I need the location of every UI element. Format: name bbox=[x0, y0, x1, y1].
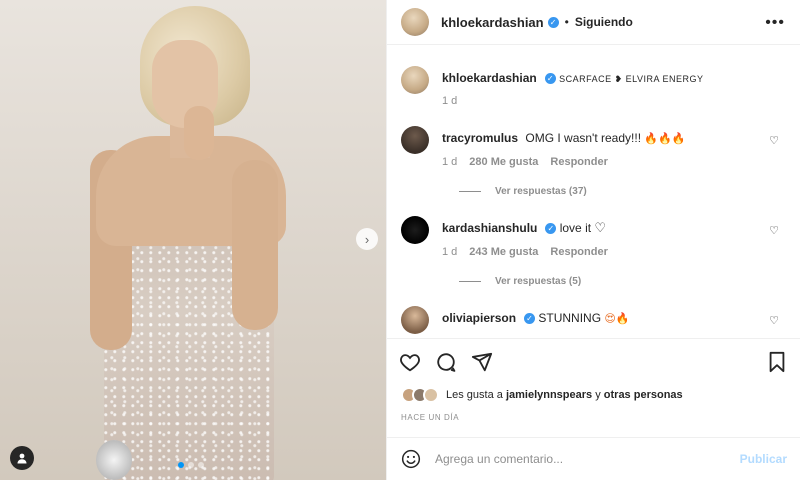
publish-button[interactable]: Publicar bbox=[740, 452, 787, 466]
bookmark-icon[interactable] bbox=[767, 351, 787, 378]
comment-input[interactable] bbox=[435, 452, 735, 466]
verified-badge-icon: ✓ bbox=[524, 313, 536, 325]
author-username[interactable]: khloekardashian bbox=[441, 15, 544, 30]
comment-item: kardashianshulu ✓ love it ♡ ♡ 1 d 243 Me … bbox=[401, 216, 787, 296]
verified-badge-icon: ✓ bbox=[545, 223, 557, 235]
caption: khloekardashian ✓ Scarface ❥ Elvira Energ… bbox=[401, 66, 787, 116]
comment-text: love it bbox=[559, 221, 595, 235]
smile-icon[interactable] bbox=[401, 449, 421, 469]
other-likers-link[interactable]: otras personas bbox=[604, 389, 683, 401]
comment-text: OMG I wasn't ready!!! bbox=[525, 131, 645, 145]
replies-divider-line bbox=[459, 281, 481, 282]
reply-button[interactable]: Responder bbox=[550, 156, 607, 168]
reply-button[interactable]: Responder bbox=[550, 246, 607, 258]
following-button[interactable]: Siguiendo bbox=[575, 15, 633, 29]
caption-time[interactable]: 1 d bbox=[442, 95, 457, 107]
comment-item: oliviapierson ✓ STUNNING 😍🔥 ♡ bbox=[401, 306, 787, 338]
heart-icon[interactable] bbox=[399, 351, 421, 378]
comment-avatar[interactable] bbox=[401, 216, 429, 244]
replies-divider-line bbox=[459, 191, 481, 192]
likes-text: Les gusta a jamielynnspears y otras pers… bbox=[446, 389, 683, 401]
share-icon[interactable] bbox=[471, 351, 493, 378]
view-replies-button[interactable]: Ver respuestas (5) bbox=[459, 276, 581, 287]
post-actions: Les gusta a jamielynnspears y otras pers… bbox=[387, 338, 800, 438]
post-timestamp[interactable]: HACE UN DÍA bbox=[401, 413, 459, 422]
like-comment-heart-icon[interactable]: ♡ bbox=[769, 224, 779, 237]
author-avatar[interactable] bbox=[401, 8, 429, 36]
comment-text: STUNNING bbox=[538, 311, 605, 325]
comment-username[interactable]: oliviapierson bbox=[442, 311, 516, 325]
separator-dot: • bbox=[564, 15, 569, 29]
comment-time[interactable]: 1 d bbox=[442, 156, 457, 168]
view-replies-label: Ver respuestas (5) bbox=[495, 276, 582, 287]
likes-summary[interactable]: Les gusta a jamielynnspears y otras pers… bbox=[401, 387, 683, 403]
liker-avatar bbox=[423, 387, 439, 403]
view-replies-label: Ver respuestas (37) bbox=[495, 186, 587, 197]
verified-badge-icon: ✓ bbox=[544, 73, 556, 85]
comment-likes[interactable]: 243 Me gusta bbox=[469, 246, 538, 258]
caption-username[interactable]: khloekardashian bbox=[442, 71, 537, 85]
more-icon[interactable]: ••• bbox=[765, 14, 785, 32]
tag-user-icon bbox=[17, 453, 27, 464]
carousel-indicator bbox=[178, 462, 204, 468]
tagged-users-button[interactable] bbox=[10, 446, 34, 470]
post-details-panel: khloekardashian ✓ • Siguiendo ••• khloek… bbox=[386, 0, 800, 480]
comment-icon[interactable] bbox=[435, 351, 457, 378]
comment-time[interactable]: 1 d bbox=[442, 246, 457, 258]
carousel-dot bbox=[198, 462, 204, 468]
comment-username[interactable]: kardashianshulu bbox=[442, 221, 537, 235]
view-replies-button[interactable]: Ver respuestas (37) bbox=[459, 186, 587, 197]
comment-avatar[interactable] bbox=[401, 306, 429, 334]
post-photo[interactable]: › bbox=[0, 0, 386, 480]
carousel-dot bbox=[188, 462, 194, 468]
liker-username[interactable]: jamielynnspears bbox=[506, 389, 592, 401]
photo-hand bbox=[184, 106, 214, 160]
comment-username[interactable]: tracyromulus bbox=[442, 131, 518, 145]
comment-avatar[interactable] bbox=[401, 126, 429, 154]
caption-text: Scarface ❥ Elvira Energy bbox=[559, 74, 704, 84]
photo-arm-right bbox=[232, 160, 278, 330]
next-photo-button[interactable]: › bbox=[356, 228, 378, 250]
caption-avatar[interactable] bbox=[401, 66, 429, 94]
post-header: khloekardashian ✓ • Siguiendo ••• bbox=[387, 0, 800, 45]
like-comment-heart-icon[interactable]: ♡ bbox=[769, 314, 779, 327]
comment-item: tracyromulus OMG I wasn't ready!!! 🔥🔥🔥 ♡… bbox=[401, 126, 787, 206]
photo-clutch bbox=[96, 440, 132, 480]
comment-likes[interactable]: 280 Me gusta bbox=[469, 156, 538, 168]
verified-badge-icon: ✓ bbox=[547, 16, 559, 28]
chevron-right-icon: › bbox=[364, 231, 370, 247]
heart-emoji: ♡ bbox=[594, 220, 607, 235]
carousel-dot-active bbox=[178, 462, 184, 468]
add-comment-bar: Publicar bbox=[387, 437, 800, 480]
heart-eyes-fire-emoji: 😍🔥 bbox=[604, 312, 630, 325]
comments-list[interactable]: khloekardashian ✓ Scarface ❥ Elvira Energ… bbox=[387, 46, 800, 338]
fire-emoji: 🔥🔥🔥 bbox=[644, 132, 686, 145]
like-comment-heart-icon[interactable]: ♡ bbox=[769, 134, 779, 147]
